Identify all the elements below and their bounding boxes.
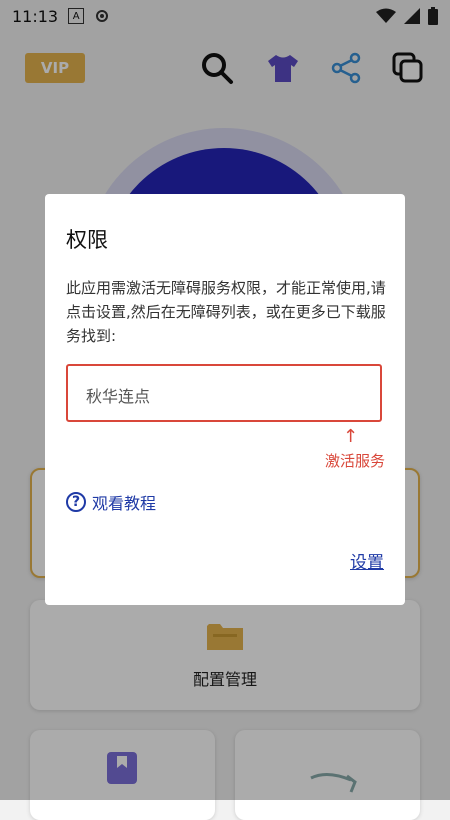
dialog-message: 此应用需激活无障碍服务权限，才能正常使用,请点击设置,然后在无障碍列表，或在更多… — [66, 279, 386, 345]
question-icon: ? — [66, 492, 86, 512]
activate-service-label: 激活服务 — [325, 452, 386, 470]
permission-dialog: 权限 此应用需激活无障碍服务权限，才能正常使用,请点击设置,然后在无障碍列表，或… — [45, 194, 405, 605]
dialog-title: 权限 — [66, 228, 108, 252]
arrow-up-icon: ↑ — [343, 426, 359, 447]
settings-button[interactable]: 设置 — [350, 548, 384, 573]
watch-tutorial-link[interactable]: ? 观看教程 — [66, 490, 156, 514]
service-name-box: 秋华连点 — [66, 364, 382, 422]
tutorial-label: 观看教程 — [92, 494, 157, 513]
service-name: 秋华连点 — [86, 387, 151, 406]
